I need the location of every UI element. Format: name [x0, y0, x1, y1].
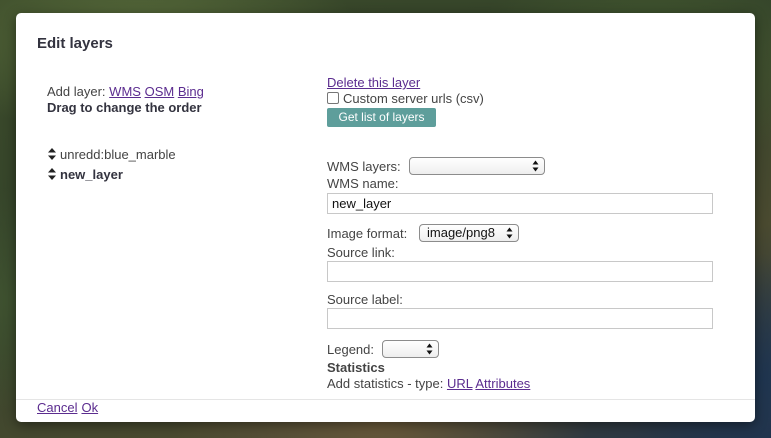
legend-select[interactable] — [382, 340, 439, 358]
select-arrows-icon — [506, 227, 513, 243]
add-layer-label: Add layer: — [47, 84, 106, 99]
wms-layers-select[interactable] — [409, 157, 545, 175]
dialog-footer: Cancel Ok — [37, 400, 102, 415]
add-layer-row: Add layer: WMS OSM Bing — [47, 84, 204, 100]
statistics-url-link[interactable]: URL — [447, 376, 473, 391]
add-statistics-row: Add statistics - type: URL Attributes — [327, 376, 530, 391]
edit-layers-dialog: Edit layers Add layer: WMS OSM Bing Drag… — [16, 13, 755, 422]
sort-arrows-icon[interactable] — [47, 147, 57, 166]
statistics-heading: Statistics — [327, 360, 385, 375]
custom-urls-checkbox[interactable] — [327, 92, 339, 104]
drag-hint: Drag to change the order — [47, 100, 202, 115]
dialog-title: Edit layers — [37, 35, 113, 52]
sort-arrows-icon[interactable] — [47, 167, 57, 186]
layer-name-selected: new_layer — [60, 167, 123, 182]
image-format-value: image/png8 — [427, 225, 495, 240]
add-wms-link[interactable]: WMS — [109, 84, 141, 99]
source-label-label: Source label: — [327, 292, 403, 307]
cancel-link[interactable]: Cancel — [37, 400, 77, 415]
add-statistics-label: Add statistics - type: — [327, 376, 444, 391]
source-link-label: Source link: — [327, 245, 395, 260]
select-arrows-icon — [426, 343, 433, 359]
select-arrows-icon — [532, 160, 539, 176]
image-format-label: Image format: — [327, 226, 408, 241]
delete-layer-link[interactable]: Delete this layer — [327, 75, 420, 90]
add-bing-link[interactable]: Bing — [178, 84, 204, 99]
layer-item-new-layer[interactable]: new_layer — [47, 166, 247, 184]
statistics-attributes-link[interactable]: Attributes — [475, 376, 530, 391]
layer-name: unredd:blue_marble — [60, 147, 176, 162]
footer-divider — [16, 399, 755, 400]
wms-name-input[interactable]: new_layer — [327, 193, 713, 214]
source-label-input[interactable] — [327, 308, 713, 329]
source-link-input[interactable] — [327, 261, 713, 282]
legend-label: Legend: — [327, 342, 374, 357]
image-format-select[interactable]: image/png8 — [419, 224, 519, 242]
custom-urls-label: Custom server urls (csv) — [343, 91, 484, 106]
add-osm-link[interactable]: OSM — [145, 84, 175, 99]
layer-item-blue-marble[interactable]: unredd:blue_marble — [47, 146, 247, 164]
wms-layers-label: WMS layers: — [327, 159, 401, 174]
ok-link[interactable]: Ok — [81, 400, 98, 415]
wms-name-label: WMS name: — [327, 176, 399, 191]
custom-urls-row: Custom server urls (csv) — [327, 91, 484, 107]
get-layers-button[interactable]: Get list of layers — [327, 108, 436, 127]
